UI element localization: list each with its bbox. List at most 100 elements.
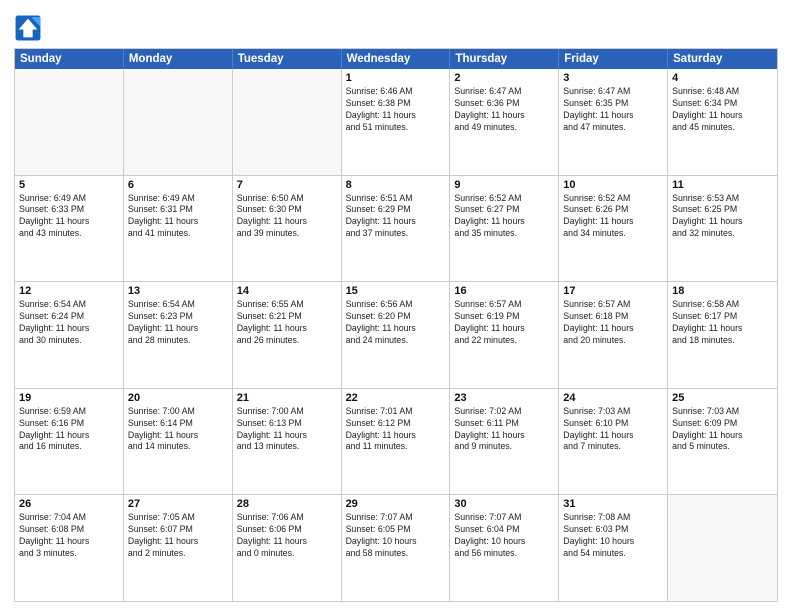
calendar-cell: 17Sunrise: 6:57 AM Sunset: 6:18 PM Dayli…	[559, 282, 668, 388]
calendar-cell: 16 Sunrise: 6:57 AM Sunset: 6:19 PM Dayli…	[450, 282, 559, 388]
cell-info: Sunrise: 6:48 AM Sunset: 6:34 PM Dayligh…	[672, 86, 773, 134]
cell-info: Sunrise: 6:52 AM Sunset: 6:26 PM Dayligh…	[563, 193, 663, 241]
cell-info: Sunrise: 6:49 AM Sunset: 6:31 PM Dayligh…	[128, 193, 228, 241]
cell-info: Sunrise: 7:08 AM Sunset: 6:03 PM Dayligh…	[563, 512, 663, 560]
calendar-cell: 29 Sunrise: 7:07 AM Sunset: 6:05 PM Dayli…	[342, 495, 451, 601]
day-number: 25	[672, 392, 773, 404]
calendar-cell	[668, 495, 777, 601]
calendar-cell: 20 Sunrise: 7:00 AM Sunset: 6:14 PM Dayli…	[124, 389, 233, 495]
cell-info: Sunrise: 6:57 AM Sunset: 6:18 PM Dayligh…	[563, 299, 663, 347]
calendar-cell: 15 Sunrise: 6:56 AM Sunset: 6:20 PM Dayli…	[342, 282, 451, 388]
calendar-cell: 8Sunrise: 6:51 AM Sunset: 6:29 PM Daylig…	[342, 176, 451, 282]
day-number: 12	[19, 285, 119, 297]
day-number: 6	[128, 179, 228, 191]
day-number: 9	[454, 179, 554, 191]
calendar-cell: 28 Sunrise: 7:06 AM Sunset: 6:06 PM Dayli…	[233, 495, 342, 601]
calendar-cell: 5 Sunrise: 6:49 AM Sunset: 6:33 PM Daylig…	[15, 176, 124, 282]
calendar-cell: 10 Sunrise: 6:52 AM Sunset: 6:26 PM Dayli…	[559, 176, 668, 282]
calendar-cell: 1 Sunrise: 6:46 AM Sunset: 6:38 PM Daylig…	[342, 69, 451, 175]
calendar-cell	[124, 69, 233, 175]
cell-info: Sunrise: 6:55 AM Sunset: 6:21 PM Dayligh…	[237, 299, 337, 347]
calendar-cell	[15, 69, 124, 175]
day-number: 3	[563, 72, 663, 84]
day-number: 10	[563, 179, 663, 191]
cell-info: Sunrise: 6:46 AM Sunset: 6:38 PM Dayligh…	[346, 86, 446, 134]
cell-info: Sunrise: 7:01 AM Sunset: 6:12 PM Dayligh…	[346, 406, 446, 454]
day-number: 26	[19, 498, 119, 510]
cell-info: Sunrise: 7:07 AM Sunset: 6:04 PM Dayligh…	[454, 512, 554, 560]
calendar-cell: 23Sunrise: 7:02 AM Sunset: 6:11 PM Dayli…	[450, 389, 559, 495]
page-header	[14, 10, 778, 42]
calendar-cell	[233, 69, 342, 175]
logo-icon	[14, 14, 42, 42]
cell-info: Sunrise: 6:49 AM Sunset: 6:33 PM Dayligh…	[19, 193, 119, 241]
weekday-header: Monday	[124, 49, 233, 69]
calendar-cell: 6 Sunrise: 6:49 AM Sunset: 6:31 PM Daylig…	[124, 176, 233, 282]
day-number: 11	[672, 179, 773, 191]
day-number: 5	[19, 179, 119, 191]
cell-info: Sunrise: 7:05 AM Sunset: 6:07 PM Dayligh…	[128, 512, 228, 560]
day-number: 24	[563, 392, 663, 404]
day-number: 7	[237, 179, 337, 191]
calendar-cell: 7Sunrise: 6:50 AM Sunset: 6:30 PM Daylig…	[233, 176, 342, 282]
calendar-cell: 3 Sunrise: 6:47 AM Sunset: 6:35 PM Daylig…	[559, 69, 668, 175]
weekday-header: Wednesday	[342, 49, 451, 69]
calendar-cell: 2Sunrise: 6:47 AM Sunset: 6:36 PM Daylig…	[450, 69, 559, 175]
cell-info: Sunrise: 6:56 AM Sunset: 6:20 PM Dayligh…	[346, 299, 446, 347]
calendar-cell: 13Sunrise: 6:54 AM Sunset: 6:23 PM Dayli…	[124, 282, 233, 388]
cell-info: Sunrise: 7:04 AM Sunset: 6:08 PM Dayligh…	[19, 512, 119, 560]
calendar-body: 1 Sunrise: 6:46 AM Sunset: 6:38 PM Daylig…	[15, 69, 777, 601]
cell-info: Sunrise: 7:00 AM Sunset: 6:13 PM Dayligh…	[237, 406, 337, 454]
day-number: 31	[563, 498, 663, 510]
cell-info: Sunrise: 6:47 AM Sunset: 6:35 PM Dayligh…	[563, 86, 663, 134]
calendar-header: SundayMondayTuesdayWednesdayThursdayFrid…	[15, 49, 777, 69]
cell-info: Sunrise: 7:06 AM Sunset: 6:06 PM Dayligh…	[237, 512, 337, 560]
calendar-cell: 19Sunrise: 6:59 AM Sunset: 6:16 PM Dayli…	[15, 389, 124, 495]
weekday-header: Tuesday	[233, 49, 342, 69]
calendar-cell: 14 Sunrise: 6:55 AM Sunset: 6:21 PM Dayli…	[233, 282, 342, 388]
cell-info: Sunrise: 6:54 AM Sunset: 6:24 PM Dayligh…	[19, 299, 119, 347]
calendar-row: 19Sunrise: 6:59 AM Sunset: 6:16 PM Dayli…	[15, 389, 777, 496]
calendar-cell: 30Sunrise: 7:07 AM Sunset: 6:04 PM Dayli…	[450, 495, 559, 601]
weekday-header: Sunday	[15, 49, 124, 69]
day-number: 13	[128, 285, 228, 297]
calendar-row: 5 Sunrise: 6:49 AM Sunset: 6:33 PM Daylig…	[15, 176, 777, 283]
cell-info: Sunrise: 6:52 AM Sunset: 6:27 PM Dayligh…	[454, 193, 554, 241]
day-number: 4	[672, 72, 773, 84]
cell-info: Sunrise: 7:07 AM Sunset: 6:05 PM Dayligh…	[346, 512, 446, 560]
cell-info: Sunrise: 6:57 AM Sunset: 6:19 PM Dayligh…	[454, 299, 554, 347]
calendar-cell: 27 Sunrise: 7:05 AM Sunset: 6:07 PM Dayli…	[124, 495, 233, 601]
cell-info: Sunrise: 7:00 AM Sunset: 6:14 PM Dayligh…	[128, 406, 228, 454]
day-number: 15	[346, 285, 446, 297]
calendar-cell: 24 Sunrise: 7:03 AM Sunset: 6:10 PM Dayli…	[559, 389, 668, 495]
day-number: 16	[454, 285, 554, 297]
calendar-cell: 26 Sunrise: 7:04 AM Sunset: 6:08 PM Dayli…	[15, 495, 124, 601]
calendar-row: 26 Sunrise: 7:04 AM Sunset: 6:08 PM Dayli…	[15, 495, 777, 601]
day-number: 22	[346, 392, 446, 404]
day-number: 29	[346, 498, 446, 510]
calendar-cell: 18Sunrise: 6:58 AM Sunset: 6:17 PM Dayli…	[668, 282, 777, 388]
calendar-row: 1 Sunrise: 6:46 AM Sunset: 6:38 PM Daylig…	[15, 69, 777, 176]
day-number: 23	[454, 392, 554, 404]
day-number: 28	[237, 498, 337, 510]
calendar: SundayMondayTuesdayWednesdayThursdayFrid…	[14, 48, 778, 602]
cell-info: Sunrise: 7:03 AM Sunset: 6:10 PM Dayligh…	[563, 406, 663, 454]
day-number: 14	[237, 285, 337, 297]
day-number: 20	[128, 392, 228, 404]
day-number: 27	[128, 498, 228, 510]
calendar-cell: 9 Sunrise: 6:52 AM Sunset: 6:27 PM Daylig…	[450, 176, 559, 282]
cell-info: Sunrise: 6:53 AM Sunset: 6:25 PM Dayligh…	[672, 193, 773, 241]
day-number: 1	[346, 72, 446, 84]
day-number: 8	[346, 179, 446, 191]
calendar-cell: 21Sunrise: 7:00 AM Sunset: 6:13 PM Dayli…	[233, 389, 342, 495]
weekday-header: Saturday	[668, 49, 777, 69]
calendar-cell: 31 Sunrise: 7:08 AM Sunset: 6:03 PM Dayli…	[559, 495, 668, 601]
calendar-row: 12 Sunrise: 6:54 AM Sunset: 6:24 PM Dayli…	[15, 282, 777, 389]
weekday-header: Thursday	[450, 49, 559, 69]
cell-info: Sunrise: 7:03 AM Sunset: 6:09 PM Dayligh…	[672, 406, 773, 454]
cell-info: Sunrise: 6:58 AM Sunset: 6:17 PM Dayligh…	[672, 299, 773, 347]
calendar-cell: 25 Sunrise: 7:03 AM Sunset: 6:09 PM Dayli…	[668, 389, 777, 495]
calendar-page: SundayMondayTuesdayWednesdayThursdayFrid…	[0, 0, 792, 612]
day-number: 19	[19, 392, 119, 404]
cell-info: Sunrise: 6:47 AM Sunset: 6:36 PM Dayligh…	[454, 86, 554, 134]
